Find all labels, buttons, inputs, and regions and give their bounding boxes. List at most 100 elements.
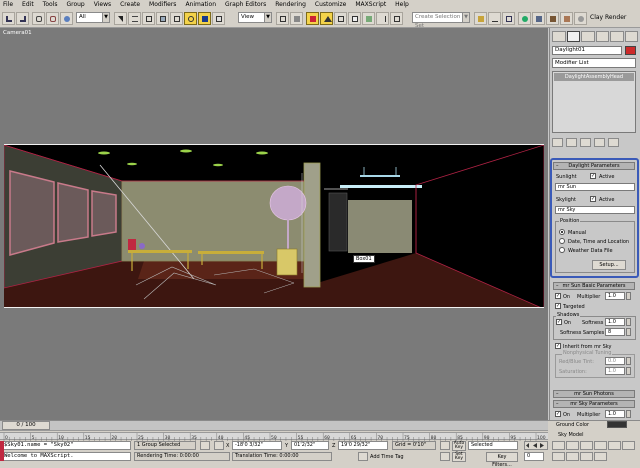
- unlink-button[interactable]: [46, 12, 59, 25]
- bind-spacewarp-button[interactable]: [60, 12, 73, 25]
- named-selection-dropdown[interactable]: Create Selection Set ▼: [412, 12, 470, 29]
- viewport-label[interactable]: Camera01: [3, 30, 32, 36]
- dolly-icon[interactable]: [552, 451, 565, 461]
- redblue-field[interactable]: 0.0: [605, 357, 625, 365]
- percent-snap-button[interactable]: [334, 12, 347, 25]
- sun-on-checkbox[interactable]: ✓: [555, 293, 561, 299]
- truck-icon[interactable]: [580, 451, 593, 461]
- object-color-swatch[interactable]: [625, 46, 636, 55]
- absolute-mode-icon[interactable]: [214, 441, 224, 450]
- ground-color-swatch[interactable]: [607, 421, 627, 428]
- modify-tab-icon[interactable]: [566, 31, 580, 42]
- mirror-button[interactable]: [376, 12, 389, 25]
- field-of-view-icon[interactable]: [594, 441, 607, 450]
- align-button[interactable]: [390, 12, 403, 25]
- sunlight-active-checkbox[interactable]: ✓: [590, 173, 596, 179]
- modifier-stack[interactable]: DaylightAssemblyHead: [552, 71, 636, 133]
- menu-create[interactable]: Create: [120, 1, 140, 8]
- select-rotate-button[interactable]: [184, 12, 197, 25]
- snaps-toggle-button[interactable]: [306, 12, 319, 25]
- remove-modifier-icon[interactable]: [594, 138, 605, 147]
- targeted-checkbox[interactable]: ✓: [555, 303, 561, 309]
- sun-multiplier-spinner[interactable]: [626, 292, 631, 300]
- motion-tab-icon[interactable]: [595, 31, 609, 42]
- key-mode-icon[interactable]: [440, 441, 450, 450]
- sun-type-dropdown[interactable]: mr Sun: [555, 183, 635, 191]
- sun-basic-header[interactable]: mr Sun Basic Parameters: [553, 282, 635, 290]
- set-key-icon[interactable]: [440, 452, 450, 461]
- menu-customize[interactable]: Customize: [315, 1, 347, 8]
- select-scale-button[interactable]: [212, 12, 225, 25]
- spinner-snap-button[interactable]: [348, 12, 361, 25]
- display-tab-icon[interactable]: [610, 31, 624, 42]
- select-object-button[interactable]: [114, 12, 127, 25]
- layer-manager-button[interactable]: [474, 12, 487, 25]
- menu-modifiers[interactable]: Modifiers: [149, 1, 176, 8]
- maximize-viewport-icon[interactable]: [594, 451, 607, 461]
- shadows-on-checkbox[interactable]: ✓: [556, 319, 562, 325]
- render-setup-button[interactable]: [532, 12, 545, 25]
- clay-render-label[interactable]: Clay Render: [590, 14, 626, 21]
- configure-sets-icon[interactable]: [608, 138, 619, 147]
- menu-views[interactable]: Views: [94, 1, 111, 8]
- menu-graph-editors[interactable]: Graph Editors: [225, 1, 266, 8]
- redblue-spinner[interactable]: [626, 357, 631, 365]
- scene-render[interactable]: Box01: [4, 144, 544, 308]
- auto-key-button[interactable]: Auto Key: [452, 441, 466, 451]
- region-select-button[interactable]: [142, 12, 155, 25]
- undo-button[interactable]: [2, 12, 15, 25]
- sun-photons-header[interactable]: mr Sun Photons: [553, 390, 635, 398]
- create-tab-icon[interactable]: [552, 31, 566, 42]
- zoom-icon[interactable]: [552, 441, 565, 450]
- stack-item-daylight[interactable]: DaylightAssemblyHead: [554, 73, 634, 81]
- current-frame-field[interactable]: 0: [524, 452, 544, 461]
- orbit-icon[interactable]: [622, 441, 635, 450]
- sun-multiplier-field[interactable]: 1.0: [605, 292, 625, 300]
- schematic-view-button[interactable]: [502, 12, 515, 25]
- object-name-field[interactable]: Daylight01: [552, 46, 622, 55]
- softness-field[interactable]: 1.0: [605, 318, 625, 326]
- set-key-button[interactable]: Set Key: [452, 452, 466, 462]
- skylight-active-checkbox[interactable]: ✓: [590, 196, 596, 202]
- time-slider-thumb[interactable]: 0 / 100: [2, 421, 50, 430]
- modifier-list-dropdown[interactable]: Modifier List: [552, 58, 636, 68]
- softness-samples-field[interactable]: 8: [605, 328, 625, 336]
- make-unique-icon[interactable]: [580, 138, 591, 147]
- z-coord-field[interactable]: 19'0 29/32": [338, 441, 388, 450]
- render-frame-button[interactable]: [546, 12, 559, 25]
- menu-edit[interactable]: Edit: [22, 1, 34, 8]
- daylight-params-header[interactable]: Daylight Parameters: [553, 162, 635, 170]
- selection-filter-dropdown[interactable]: All ▼: [76, 12, 110, 23]
- sky-params-header[interactable]: mr Sky Parameters: [553, 400, 635, 408]
- key-filters-button[interactable]: Key Filters...: [486, 452, 518, 468]
- reference-coord-dropdown[interactable]: View ▼: [238, 12, 272, 23]
- zoom-extents-icon[interactable]: [580, 441, 593, 450]
- material-editor-button[interactable]: [518, 12, 531, 25]
- select-move-icon-button[interactable]: [198, 12, 211, 25]
- edit-named-selection-button[interactable]: [362, 12, 375, 25]
- pan-icon[interactable]: [608, 441, 621, 450]
- setup-button[interactable]: Setup...: [592, 260, 626, 270]
- softness-spinner[interactable]: [626, 318, 631, 326]
- x-coord-field[interactable]: -18'0 3/32": [232, 441, 282, 450]
- play-controls-row1[interactable]: [524, 441, 548, 450]
- key-filter-dropdown[interactable]: Selected: [468, 441, 518, 450]
- menu-tools[interactable]: Tools: [43, 1, 58, 8]
- hierarchy-tab-icon[interactable]: [581, 31, 595, 42]
- roll-icon[interactable]: [566, 451, 579, 461]
- window-crossing-button[interactable]: [156, 12, 169, 25]
- redo-button[interactable]: [16, 12, 29, 25]
- add-time-tag-label[interactable]: Add Time Tag: [370, 454, 404, 460]
- maxscript-listener-line[interactable]: $Sky01.name = "Sky02": [1, 441, 131, 450]
- clay-render-teapot-icon[interactable]: [574, 12, 587, 25]
- saturation-spinner[interactable]: [626, 367, 631, 375]
- sky-multiplier-spinner[interactable]: [626, 410, 631, 418]
- sky-multiplier-field[interactable]: 1.0: [605, 410, 625, 418]
- select-manipulate-button[interactable]: [290, 12, 303, 25]
- menu-group[interactable]: Group: [66, 1, 84, 8]
- lock-selection-icon[interactable]: [200, 441, 210, 450]
- sky-type-dropdown[interactable]: mr Sky: [555, 206, 635, 214]
- menu-file[interactable]: File: [3, 1, 13, 8]
- position-weather-radio[interactable]: [559, 247, 565, 253]
- sky-on-checkbox[interactable]: ✓: [555, 411, 561, 417]
